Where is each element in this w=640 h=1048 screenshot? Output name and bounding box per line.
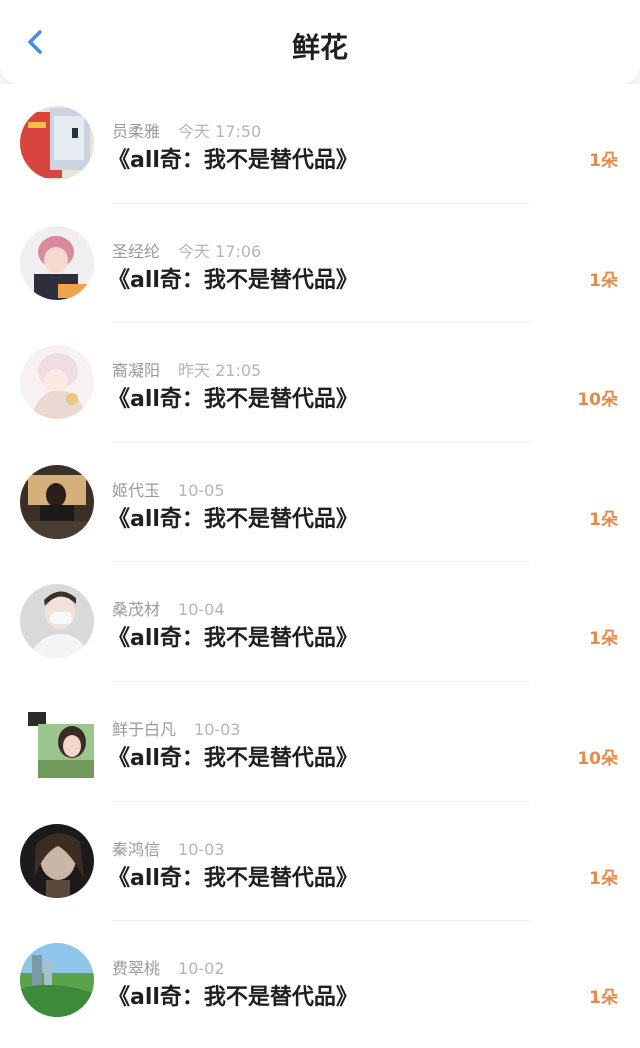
- avatar[interactable]: [20, 464, 94, 539]
- user-name[interactable]: 费翠桃: [112, 959, 160, 978]
- item-meta: 姬代玉 10-05: [112, 477, 225, 500]
- item-meta: 鲜于白凡 10-03: [112, 716, 241, 739]
- avatar[interactable]: [20, 106, 94, 180]
- timestamp: 昨天 21:05: [178, 361, 262, 381]
- user-name[interactable]: 鲜于白凡: [112, 720, 176, 739]
- list-item[interactable]: 圣经纶 今天 17:06 《all奇：我不是替代品》 1朵: [0, 204, 640, 324]
- flower-count: 1朵: [589, 270, 618, 291]
- top-navigation-bar: 鲜花: [0, 0, 640, 84]
- list-item[interactable]: 秦鸿信 10-03 《all奇：我不是替代品》 1朵: [0, 802, 640, 922]
- flower-count: 1朵: [589, 988, 618, 1009]
- avatar[interactable]: [20, 703, 94, 778]
- list-item[interactable]: 桑茂材 10-04 《all奇：我不是替代品》 1朵: [0, 562, 640, 682]
- item-meta: 员柔雅 今天 17:50: [112, 118, 262, 141]
- user-name[interactable]: 裔凝阳: [112, 361, 160, 380]
- flower-count: 1朵: [589, 868, 618, 889]
- list-item[interactable]: 裔凝阳 昨天 21:05 《all奇：我不是替代品》 10朵: [0, 323, 640, 443]
- work-title[interactable]: 《all奇：我不是替代品》: [108, 142, 358, 174]
- timestamp: 10-03: [178, 839, 225, 859]
- timestamp: 10-02: [178, 959, 225, 979]
- user-name[interactable]: 姬代玉: [112, 481, 160, 500]
- list-item[interactable]: 姬代玉 10-05 《all奇：我不是替代品》 1朵: [0, 443, 640, 563]
- work-title[interactable]: 《all奇：我不是替代品》: [108, 262, 358, 294]
- timestamp: 10-05: [178, 480, 225, 500]
- timestamp: 今天 17:06: [178, 241, 262, 261]
- timestamp: 今天 17:50: [178, 122, 262, 141]
- flower-count: 1朵: [589, 629, 618, 650]
- timestamp: 10-04: [178, 600, 225, 620]
- item-meta: 秦鸿信 10-03: [112, 836, 225, 859]
- work-title[interactable]: 《all奇：我不是替代品》: [108, 740, 358, 772]
- user-name[interactable]: 秦鸿信: [112, 840, 160, 859]
- list-item[interactable]: 费翠桃 10-02 《all奇：我不是替代品》 1朵: [0, 921, 640, 1041]
- avatar[interactable]: [20, 345, 94, 420]
- work-title[interactable]: 《all奇：我不是替代品》: [108, 501, 358, 533]
- avatar[interactable]: [20, 225, 94, 300]
- work-title[interactable]: 《all奇：我不是替代品》: [108, 620, 358, 652]
- work-title[interactable]: 《all奇：我不是替代品》: [108, 860, 358, 892]
- flower-count: 1朵: [589, 151, 618, 171]
- work-title[interactable]: 《all奇：我不是替代品》: [108, 979, 358, 1011]
- avatar[interactable]: [20, 584, 94, 659]
- item-meta: 费翠桃 10-02: [112, 955, 225, 979]
- flower-count: 10朵: [577, 390, 618, 411]
- user-name[interactable]: 员柔雅: [112, 122, 160, 141]
- avatar[interactable]: [20, 823, 94, 898]
- item-meta: 圣经纶 今天 17:06: [112, 238, 262, 261]
- timestamp: 10-03: [194, 719, 241, 739]
- user-name[interactable]: 圣经纶: [112, 242, 160, 261]
- flower-count: 1朵: [589, 509, 618, 530]
- flower-count: 10朵: [577, 748, 618, 769]
- list-item[interactable]: 鲜于白凡 10-03 《all奇：我不是替代品》 10朵: [0, 682, 640, 802]
- item-meta: 桑茂材 10-04: [112, 596, 225, 620]
- item-meta: 裔凝阳 昨天 21:05: [112, 357, 262, 381]
- flower-gift-list: 员柔雅 今天 17:50 《all奇：我不是替代品》 1朵 圣经纶 今天 17:06…: [0, 84, 640, 1048]
- avatar[interactable]: [20, 943, 94, 1018]
- user-name[interactable]: 桑茂材: [112, 600, 160, 619]
- work-title[interactable]: 《all奇：我不是替代品》: [108, 381, 358, 413]
- list-item[interactable]: 员柔雅 今天 17:50 《all奇：我不是替代品》 1朵: [0, 84, 640, 204]
